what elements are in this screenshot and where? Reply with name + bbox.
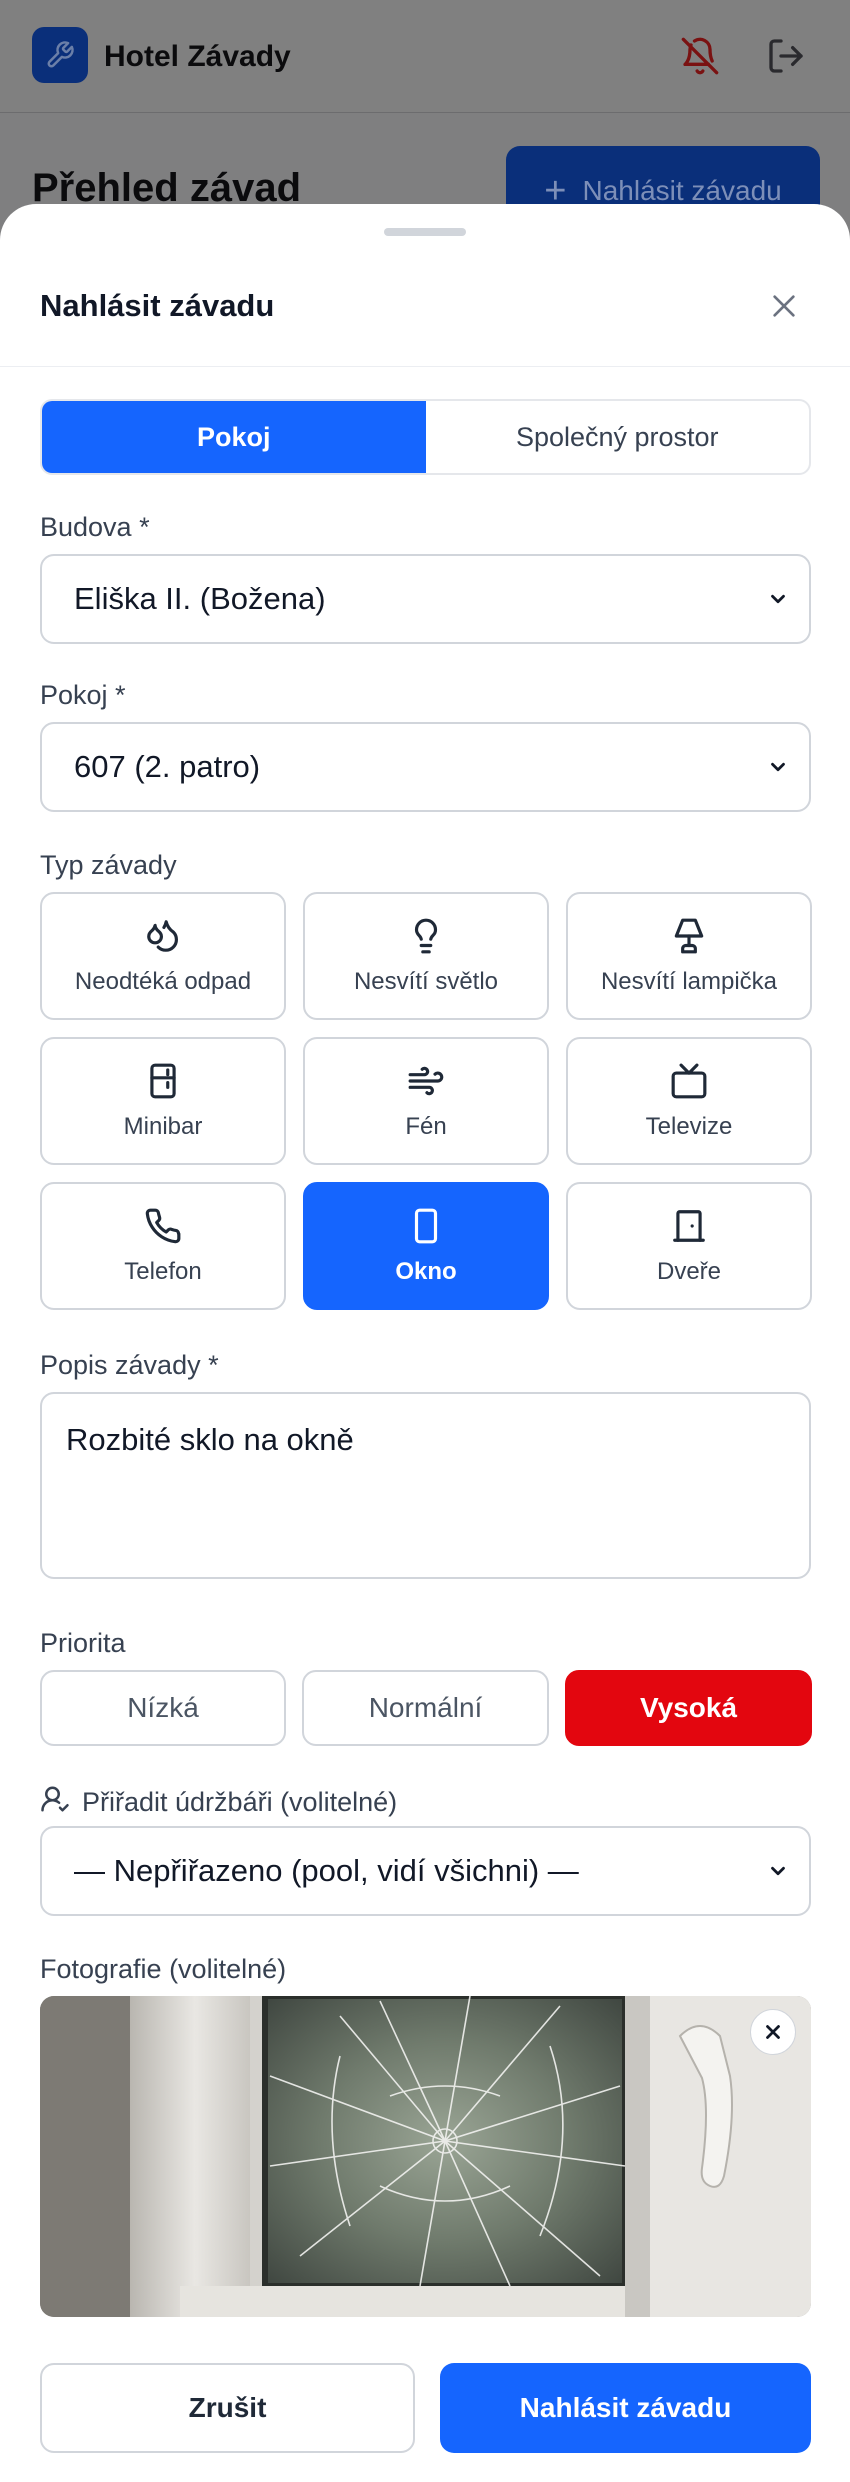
fault-type-door[interactable]: Dveře [566,1182,812,1310]
user-check-icon [40,1784,70,1821]
app-header: Hotel Závady [0,0,850,113]
assign-label: Přiřadit údržbáři (volitelné) [82,1787,398,1817]
chevron-down-icon [771,1866,785,1876]
fault-type-lamp[interactable]: Nesvítí lampička [566,892,812,1020]
fault-type-label: Minibar [123,1113,203,1140]
assign-value: — Nepřiřazeno (pool, vidí všichni) — [74,1853,579,1888]
lamp-icon [669,916,709,956]
fault-type-label: Neodtéká odpad [74,968,252,995]
fault-type-tv[interactable]: Televize [566,1037,812,1165]
room-select[interactable]: 607 (2. patro) [40,722,811,812]
broken-window-photo [40,1996,811,2317]
wrench-icon [32,27,88,83]
description-label: Popis závady * [40,1350,219,1380]
droplets-icon [143,916,183,956]
fault-type-label: Dveře [656,1258,722,1285]
cancel-button[interactable]: Zrušit [40,2363,415,2453]
chevron-down-icon [771,594,785,604]
fault-type-phone[interactable]: Telefon [40,1182,286,1310]
lightbulb-icon [406,916,446,956]
fault-type-label: Televize [645,1113,733,1140]
submit-button[interactable]: Nahlásit závadu [440,2363,811,2453]
remove-photo-button[interactable] [750,2009,796,2055]
fault-type-hairdryer[interactable]: Fén [303,1037,549,1165]
room-value: 607 (2. patro) [74,749,261,784]
photo-preview [40,1996,811,2317]
assign-label-row: Přiřadit údržbáři (volitelné) [40,1784,397,1821]
assign-select[interactable]: — Nepřiřazeno (pool, vidí všichni) — [40,1826,811,1916]
fault-type-label: Fén [405,1113,447,1140]
fault-type-drain[interactable]: Neodtéká odpad [40,892,286,1020]
tab-room[interactable]: Pokoj [42,401,426,473]
sheet-title: Nahlásit závadu [40,288,275,323]
fault-type-label: Telefon [124,1258,202,1285]
close-icon [766,2025,780,2039]
photo-label: Fotografie (volitelné) [40,1954,287,1984]
priority-normal[interactable]: Normální [302,1670,549,1746]
tv-icon [669,1061,709,1101]
chevron-down-icon [771,762,785,772]
room-label: Pokoj * [40,680,126,710]
fault-type-grid: Neodtéká odpad Nesvítí světlo Nesvítí la… [40,892,812,1310]
fault-type-minibar[interactable]: Minibar [40,1037,286,1165]
close-icon[interactable] [764,286,804,326]
divider [0,366,850,367]
logout-icon[interactable] [766,36,806,76]
fault-type-window[interactable]: Okno [303,1182,549,1310]
priority-label: Priorita [40,1628,126,1658]
phone-icon [143,1206,183,1246]
fridge-icon [143,1061,183,1101]
fault-type-label: Nesvítí lampička [600,968,778,995]
description-textarea[interactable]: Rozbité sklo na okně [40,1392,811,1579]
report-fault-label: Nahlásit závadu [582,175,782,206]
door-icon [669,1206,709,1246]
fault-type-label: Okno [395,1258,457,1285]
app-title: Hotel Závady [104,40,291,73]
priority-low[interactable]: Nízká [40,1670,286,1746]
sheet-drag-handle[interactable] [384,228,466,236]
building-label: Budova * [40,512,150,542]
wind-icon [406,1061,446,1101]
priority-high[interactable]: Vysoká [565,1670,812,1746]
location-toggle: Pokoj Společný prostor [40,399,811,475]
fault-type-label: Typ závady [40,850,177,880]
building-select[interactable]: Eliška II. (Božena) [40,554,811,644]
window-icon [406,1206,446,1246]
building-value: Eliška II. (Božena) [74,581,326,616]
bell-off-icon[interactable] [680,36,720,76]
fault-type-label: Nesvítí světlo [353,968,499,995]
fault-type-light[interactable]: Nesvítí světlo [303,892,549,1020]
tab-common-area[interactable]: Společný prostor [426,401,810,473]
